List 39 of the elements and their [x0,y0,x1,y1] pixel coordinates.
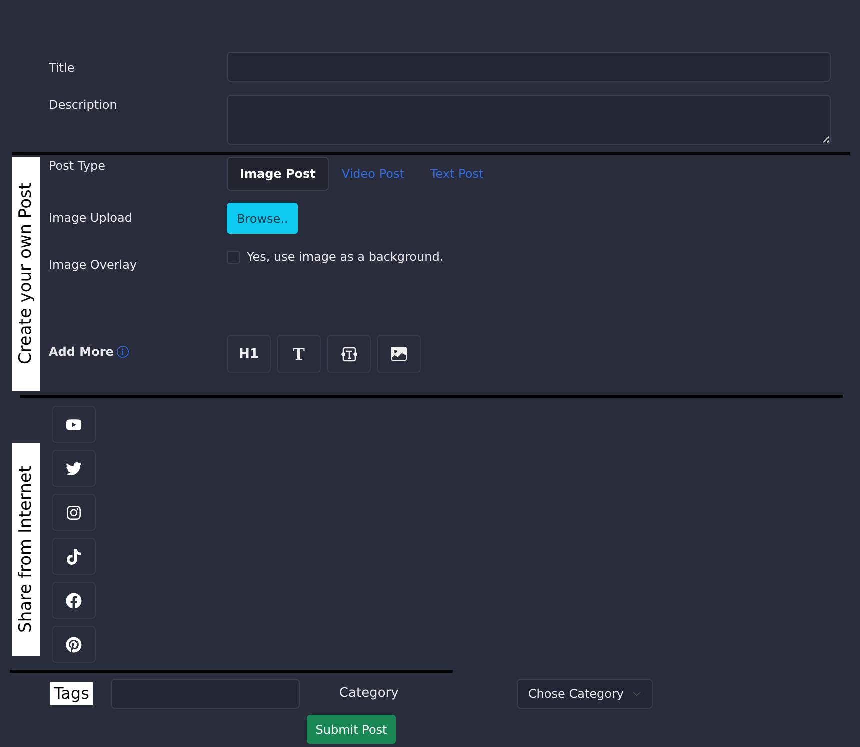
facebook-button[interactable] [52,582,96,619]
checkbox-label: Yes, use image as a background. [247,250,444,264]
tags-field[interactable] [111,679,300,709]
field-label: Image Overlay [49,257,138,272]
title-field[interactable] [227,52,831,82]
text-box-icon [340,346,358,362]
field-label: Description [49,97,118,112]
facebook-icon [66,592,82,608]
field-label: Add More [49,345,114,359]
field-label: Image Upload [49,210,134,225]
instagram-button[interactable] [52,494,96,531]
youtube-button[interactable] [52,406,96,443]
chevron-icon [632,689,642,699]
pinterest-button[interactable] [52,626,96,663]
checkbox[interactable] [227,250,240,264]
category-select[interactable]: Chose Category [517,679,654,709]
browse-button[interactable]: Browse.. [227,203,298,234]
instagram-icon [66,504,82,520]
tiktok-button[interactable] [52,538,96,575]
tiktok-icon [66,548,82,564]
twitter-icon [66,460,82,476]
twitter-button[interactable] [52,450,96,487]
image-icon [391,346,407,362]
youtube-icon [66,416,82,432]
pinterest-icon [66,636,82,652]
field-label: Post Type [49,158,106,173]
description-field[interactable] [227,95,831,145]
heading-button[interactable]: H1 [227,335,271,373]
submit-button[interactable]: Submit Post [307,715,396,744]
post-type-tab[interactable]: Image Post [227,157,329,191]
section-label: Create your own Post [12,157,40,391]
section-label: Share from Internet [12,443,40,656]
info-icon[interactable] [116,346,129,358]
textbox-button[interactable] [327,335,371,373]
image-button[interactable] [377,335,421,373]
tags-label: Tags [50,682,94,705]
category-label: Category [339,685,400,701]
text-button[interactable]: T [277,335,321,373]
field-label: Title [49,60,76,75]
